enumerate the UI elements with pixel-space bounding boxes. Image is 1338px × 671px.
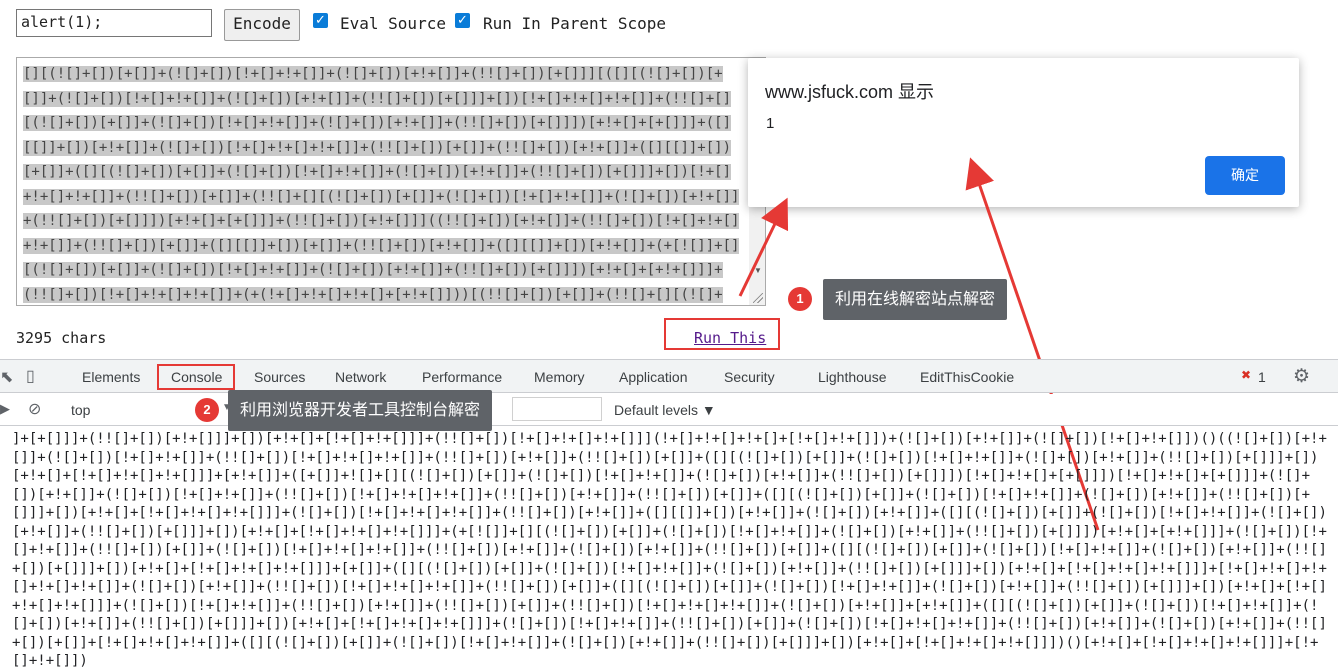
inspect-icon[interactable]: ⬉: [0, 367, 13, 387]
tab-editthiscookie[interactable]: EditThisCookie: [920, 369, 1014, 385]
callout-online-decrypt: 利用在线解密站点解密: [823, 279, 1008, 320]
callout-number-1: 1: [788, 287, 812, 311]
device-toggle-icon[interactable]: ▯: [26, 366, 35, 386]
tab-security[interactable]: Security: [724, 369, 775, 385]
sidebar-toggle-icon[interactable]: ▶: [0, 401, 10, 417]
error-icon[interactable]: ✖: [1241, 368, 1251, 382]
console-tab-highlight: [157, 364, 235, 390]
context-selector[interactable]: top: [71, 402, 90, 418]
tab-application[interactable]: Application: [619, 369, 688, 385]
callout-devtools-decrypt: 利用浏览器开发者工具控制台解密: [228, 390, 493, 431]
tab-sources[interactable]: Sources: [254, 369, 305, 385]
settings-gear-icon[interactable]: ⚙: [1293, 365, 1310, 388]
tab-network[interactable]: Network: [335, 369, 386, 385]
console-input-code[interactable]: ]+[+[]]]+(!![]+[])[+!+[]]]+[])[+!+[]+[!+…: [12, 430, 1332, 671]
clear-console-icon[interactable]: ⊘: [28, 399, 41, 419]
error-count[interactable]: 1: [1258, 369, 1266, 385]
arrow-to-dialog-1: [738, 197, 789, 297]
default-levels-dropdown[interactable]: Default levels ▼: [614, 402, 716, 418]
tab-lighthouse[interactable]: Lighthouse: [818, 369, 887, 385]
tab-elements[interactable]: Elements: [82, 369, 140, 385]
tab-performance[interactable]: Performance: [422, 369, 502, 385]
console-filter-input[interactable]: [512, 397, 602, 421]
callout-number-2: 2: [195, 398, 219, 422]
tab-memory[interactable]: Memory: [534, 369, 585, 385]
